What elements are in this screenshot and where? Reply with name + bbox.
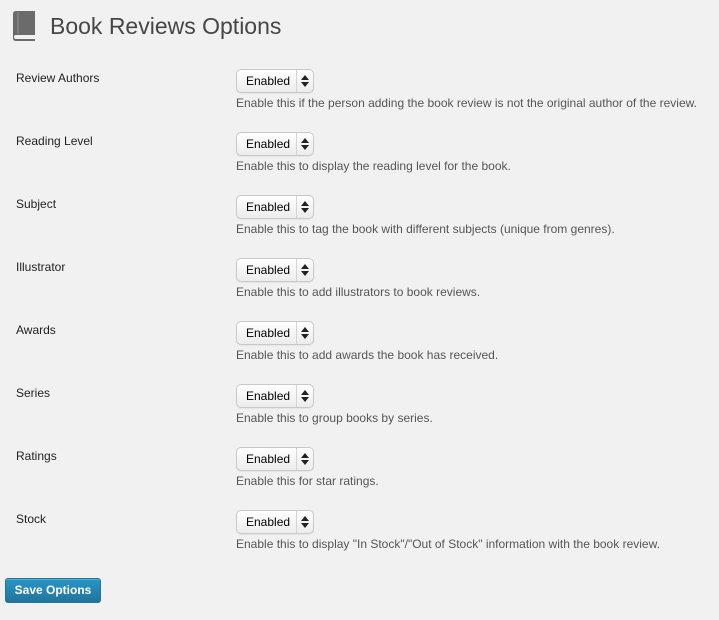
options-page: Book Reviews Options Review Authors Enab… bbox=[0, 0, 719, 620]
option-description: Enable this to display "In Stock"/"Out o… bbox=[236, 537, 660, 551]
option-label: Illustrator bbox=[16, 260, 66, 274]
awards-select[interactable]: Enabled bbox=[236, 321, 314, 345]
up-down-arrows-icon bbox=[297, 133, 313, 155]
option-row-subject: Subject Enabled Enable this to tag the b… bbox=[16, 193, 716, 256]
up-down-arrows-icon bbox=[297, 70, 313, 92]
select-value: Enabled bbox=[246, 74, 291, 88]
illustrator-select[interactable]: Enabled bbox=[236, 258, 314, 282]
option-description: Enable this for star ratings. bbox=[236, 474, 379, 488]
option-row-review-authors: Review Authors Enabled Enable this if th… bbox=[16, 67, 716, 130]
up-down-arrows-icon bbox=[297, 511, 313, 533]
option-row-awards: Awards Enabled Enable this to add awards… bbox=[16, 319, 716, 382]
option-row-ratings: Ratings Enabled Enable this for star rat… bbox=[16, 445, 716, 508]
option-description: Enable this to tag the book with differe… bbox=[236, 222, 615, 236]
option-description: Enable this to add awards the book has r… bbox=[236, 348, 499, 362]
save-options-button[interactable]: Save Options bbox=[5, 578, 101, 603]
select-value: Enabled bbox=[246, 200, 291, 214]
book-icon bbox=[10, 10, 38, 42]
up-down-arrows-icon bbox=[297, 385, 313, 407]
stock-select[interactable]: Enabled bbox=[236, 510, 314, 534]
option-label: Ratings bbox=[16, 449, 57, 463]
select-value: Enabled bbox=[246, 326, 291, 340]
series-select[interactable]: Enabled bbox=[236, 384, 314, 408]
option-row-series: Series Enabled Enable this to group book… bbox=[16, 382, 716, 445]
up-down-arrows-icon bbox=[297, 196, 313, 218]
select-value: Enabled bbox=[246, 263, 291, 277]
reading-level-select[interactable]: Enabled bbox=[236, 132, 314, 156]
option-label: Subject bbox=[16, 197, 57, 211]
option-label: Reading Level bbox=[16, 134, 93, 148]
up-down-arrows-icon bbox=[297, 322, 313, 344]
option-description: Enable this to display the reading level… bbox=[236, 159, 511, 173]
subject-select[interactable]: Enabled bbox=[236, 195, 314, 219]
review-authors-select[interactable]: Enabled bbox=[236, 69, 314, 93]
page-title: Book Reviews Options bbox=[50, 13, 282, 39]
up-down-arrows-icon bbox=[297, 448, 313, 470]
up-down-arrows-icon bbox=[297, 259, 313, 281]
option-row-reading-level: Reading Level Enabled Enable this to dis… bbox=[16, 130, 716, 193]
option-description: Enable this to add illustrators to book … bbox=[236, 285, 481, 299]
option-label: Review Authors bbox=[16, 71, 100, 85]
option-label: Series bbox=[16, 386, 51, 400]
option-description: Enable this to group books by series. bbox=[236, 411, 433, 425]
option-label: Awards bbox=[16, 323, 56, 337]
select-value: Enabled bbox=[246, 515, 291, 529]
option-label: Stock bbox=[16, 512, 47, 526]
select-value: Enabled bbox=[246, 137, 291, 151]
option-row-stock: Stock Enabled Enable this to display "In… bbox=[16, 508, 716, 571]
option-description: Enable this if the person adding the boo… bbox=[236, 96, 697, 110]
options-form: Review Authors Enabled Enable this if th… bbox=[16, 67, 716, 571]
ratings-select[interactable]: Enabled bbox=[236, 447, 314, 471]
select-value: Enabled bbox=[246, 389, 291, 403]
page-header: Book Reviews Options bbox=[10, 10, 281, 42]
select-value: Enabled bbox=[246, 452, 291, 466]
option-row-illustrator: Illustrator Enabled Enable this to add i… bbox=[16, 256, 716, 319]
